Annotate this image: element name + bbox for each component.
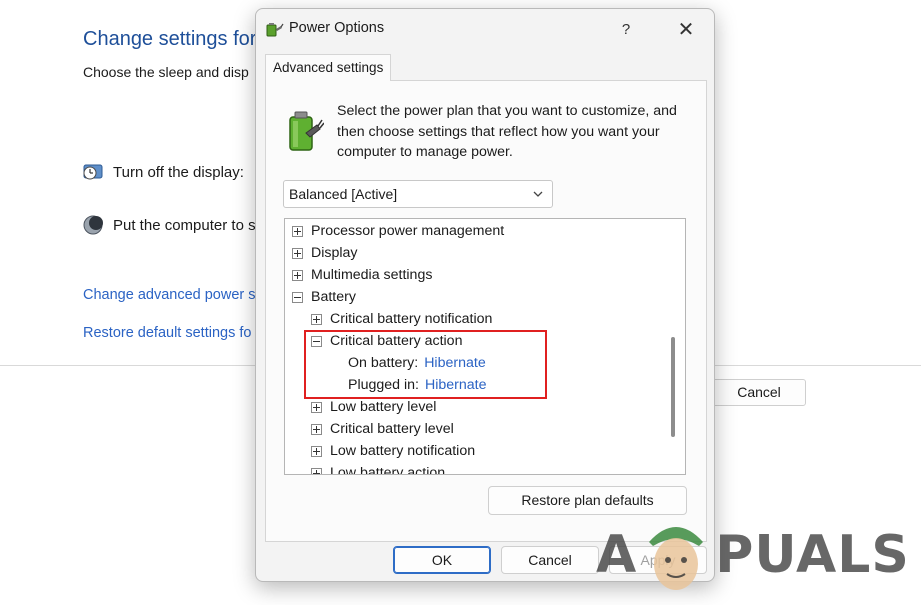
expand-icon[interactable] xyxy=(311,467,322,474)
tree-item-label: Critical battery level xyxy=(330,421,454,437)
power-plan-value: Balanced [Active] xyxy=(289,186,398,202)
tree-item-label: Low battery notification xyxy=(330,443,476,459)
power-options-icon xyxy=(266,23,284,37)
apply-button[interactable]: Apply xyxy=(609,546,707,574)
display-label: Turn off the display: xyxy=(113,163,244,181)
chevron-down-icon xyxy=(533,191,543,197)
clock-icon xyxy=(83,164,103,180)
settings-tree[interactable]: Processor power management Display Multi… xyxy=(284,218,686,475)
expand-icon[interactable] xyxy=(311,445,322,457)
change-advanced-link[interactable]: Change advanced power s xyxy=(83,287,256,303)
moon-icon xyxy=(83,215,103,235)
tree-item-low-notification[interactable]: Low battery notification xyxy=(311,440,475,462)
tree-item-multimedia[interactable]: Multimedia settings xyxy=(292,264,432,286)
restore-plan-defaults-button[interactable]: Restore plan defaults xyxy=(488,486,687,515)
expand-icon[interactable] xyxy=(292,269,303,281)
expand-icon[interactable] xyxy=(311,401,322,413)
highlight-box xyxy=(304,330,547,399)
page-subtitle: Choose the sleep and disp xyxy=(83,64,249,80)
sleep-label: Put the computer to s xyxy=(113,216,256,234)
tree-item-low-level[interactable]: Low battery level xyxy=(311,396,436,418)
battery-plug-icon xyxy=(289,111,324,151)
tree-item-label: Low battery action xyxy=(330,465,446,475)
expand-icon[interactable] xyxy=(311,423,322,435)
restore-defaults-link[interactable]: Restore default settings fo xyxy=(83,325,251,341)
expand-icon[interactable] xyxy=(311,313,322,325)
power-plan-select[interactable]: Balanced [Active] xyxy=(283,180,553,208)
ok-button[interactable]: OK xyxy=(393,546,491,574)
tree-item-label: Display xyxy=(311,245,358,261)
tree-item-display[interactable]: Display xyxy=(292,242,358,264)
help-icon: ? xyxy=(621,21,631,38)
display-setting-row: Turn off the display: xyxy=(83,162,244,182)
tree-item-processor[interactable]: Processor power management xyxy=(292,220,504,242)
dialog-title: Power Options xyxy=(289,20,385,36)
expand-icon[interactable] xyxy=(292,225,303,237)
background-cancel-button[interactable]: Cancel xyxy=(712,379,806,406)
help-button[interactable]: ? xyxy=(611,17,641,43)
tree-item-battery[interactable]: Battery xyxy=(292,286,356,308)
expand-icon[interactable] xyxy=(292,247,303,259)
close-icon: ✕ xyxy=(677,19,695,41)
plan-description: Select the power plan that you want to c… xyxy=(337,103,677,160)
tree-scrollbar[interactable] xyxy=(671,337,675,437)
page-title: Change settings for xyxy=(83,28,257,50)
tree-item-label: Critical battery notification xyxy=(330,311,493,327)
tree-item-label: Low battery level xyxy=(330,399,437,415)
collapse-icon[interactable] xyxy=(292,291,303,303)
tab-advanced-settings[interactable]: Advanced settings xyxy=(265,54,392,81)
tree-item-critical-notification[interactable]: Critical battery notification xyxy=(311,308,492,330)
tree-item-label: Battery xyxy=(311,289,356,305)
tree-item-low-action[interactable]: Low battery action xyxy=(311,462,446,475)
tree-item-critical-level[interactable]: Critical battery level xyxy=(311,418,454,440)
close-button[interactable]: ✕ xyxy=(669,17,703,43)
dialog-titlebar[interactable]: Power Options ? ✕ xyxy=(256,9,714,49)
tree-item-label: Processor power management xyxy=(311,223,505,239)
cancel-button[interactable]: Cancel xyxy=(501,546,599,574)
sleep-setting-row: Put the computer to s xyxy=(83,215,256,235)
tree-item-label: Multimedia settings xyxy=(311,267,433,283)
power-options-dialog: Power Options ? ✕ Advanced settings Sele… xyxy=(255,8,715,582)
